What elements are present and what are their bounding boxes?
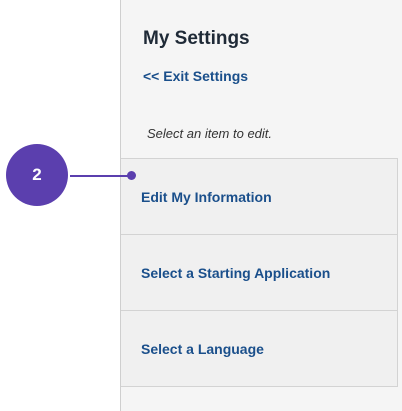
page-title: My Settings xyxy=(143,28,250,49)
callout-connector-line xyxy=(70,175,130,177)
menu-item-select-starting-application[interactable]: Select a Starting Application xyxy=(121,235,398,311)
callout-pointer-dot xyxy=(127,171,136,180)
callout-number-badge: 2 xyxy=(6,144,68,206)
settings-menu: Edit My Information Select a Starting Ap… xyxy=(121,158,398,387)
menu-item-label: Select a Starting Application xyxy=(141,264,331,281)
exit-settings-link[interactable]: << Exit Settings xyxy=(143,68,248,84)
menu-item-edit-my-information[interactable]: Edit My Information xyxy=(121,159,398,235)
menu-item-label: Edit My Information xyxy=(141,188,272,205)
menu-item-label: Select a Language xyxy=(141,340,264,357)
settings-panel: My Settings << Exit Settings Select an i… xyxy=(120,0,402,411)
menu-item-select-language[interactable]: Select a Language xyxy=(121,311,398,387)
screenshot-stage: My Settings << Exit Settings Select an i… xyxy=(0,0,402,411)
instruction-text: Select an item to edit. xyxy=(147,126,273,141)
